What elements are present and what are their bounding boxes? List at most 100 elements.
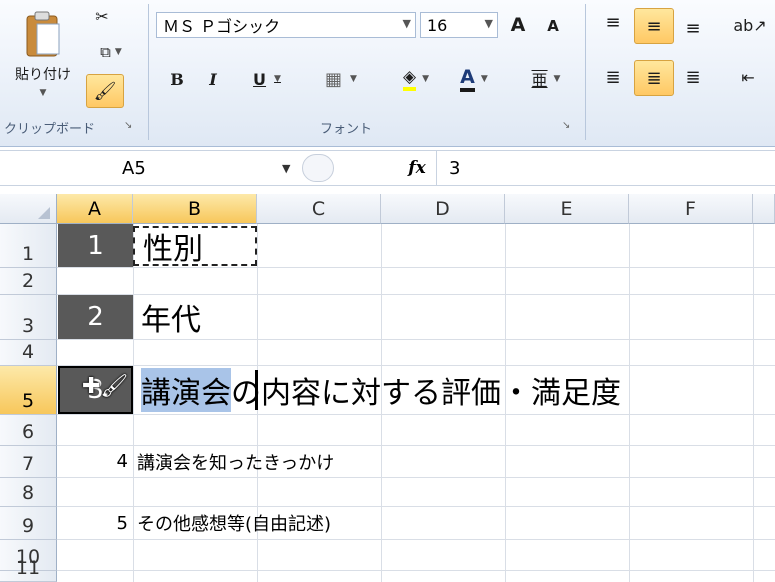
text-orientation-icon: ab↗ [733,15,767,35]
font-color-button[interactable]: A ▼ [448,62,500,96]
cut-button[interactable]: ✂ [88,2,116,30]
ribbon: 貼り付け ▼ ✂ ⧉ ▼ 🖌 クリップボード ↘ ＭＳ Ｐゴシック ▼ 16 ▼… [0,0,775,147]
insert-function-button[interactable]: fx [402,155,432,181]
gridline [133,224,134,582]
orientation-button[interactable]: ab↗ [730,10,770,40]
dialog-launcher-icon[interactable]: ↘ [124,120,132,131]
chevron-down-icon: ▼ [553,74,561,84]
font-color-icon: A [460,66,475,92]
cell-a5[interactable]: 3 ✚🖌 [58,366,133,414]
column-header-c[interactable]: C [257,194,381,224]
gridline [57,539,775,540]
paste-button[interactable]: 貼り付け ▼ [8,4,78,104]
format-painter-cursor-icon: ✚🖌 [82,374,129,399]
chevron-down-icon: ▼ [39,88,47,98]
paintbrush-icon: 🖌 [93,80,117,102]
decrease-indent-icon: ⇤ [741,67,755,87]
row-header-5[interactable]: 5 [0,366,57,415]
font-group-label: フォント [320,122,373,137]
group-separator [148,4,149,140]
cell-b5-text: の内容に対する評価・満足度 [231,376,621,411]
chevron-down-icon[interactable]: ▼ [282,162,290,175]
scissors-icon: ✂ [95,6,109,26]
decrease-indent-button[interactable]: ⇤ [730,62,766,92]
row-header-6[interactable]: 6 [0,415,57,446]
cell-a7[interactable]: 4 [58,446,132,477]
column-header-g[interactable] [753,194,775,224]
font-size-combo[interactable]: 16 ▼ [420,12,498,38]
align-right-button[interactable]: ≣ [678,60,708,94]
chevron-down-icon: ▼ [484,17,493,30]
cell-cursor [255,370,258,410]
column-header-e[interactable]: E [505,194,629,224]
formula-input[interactable]: 3 [436,151,775,185]
bold-button[interactable]: B [164,64,190,94]
gridline [753,224,754,582]
name-box[interactable]: A5 ▼ [0,151,300,185]
phonetic-icon: 亜 [531,71,548,90]
gridline [57,414,775,415]
row-header-2[interactable]: 2 [0,268,57,295]
chevron-down-icon: ▼ [480,74,488,84]
align-center-icon: ≣ [646,67,662,89]
grow-font-button[interactable]: A [504,10,532,40]
gridline [57,477,775,478]
shrink-font-button[interactable]: A [540,12,566,40]
borders-button[interactable]: ▦ ▼ [314,64,368,94]
row-header-9[interactable]: 9 [0,507,57,540]
dialog-launcher-icon[interactable]: ↘ [562,120,570,131]
row-header-4[interactable]: 4 [0,340,57,366]
font-name-value: ＭＳ Ｐゴシック [163,17,281,36]
align-top-button[interactable]: ≡ [598,8,628,36]
row-header-8[interactable]: 8 [0,478,57,507]
formula-bar-splitter[interactable] [302,154,334,182]
cell-a9[interactable]: 5 [58,507,132,539]
align-bottom-button[interactable]: ≡ [678,12,708,44]
column-header-a[interactable]: A [57,194,133,224]
align-left-button[interactable]: ≣ [598,60,628,94]
cell-b1[interactable]: 性別 [133,226,257,267]
fill-color-button[interactable]: ◈ ▼ [390,62,442,96]
font-name-combo[interactable]: ＭＳ Ｐゴシック ▼ [156,12,416,38]
cell-b7[interactable]: 講演会を知ったきっかけ [137,446,334,477]
cell-b5-selected-text: 講演会 [141,368,231,412]
underline-button[interactable]: U ▼ [240,64,294,94]
cell-b3[interactable]: 年代 [135,295,275,339]
align-top-icon: ≡ [605,11,621,33]
gridline [57,570,775,571]
row-header-3[interactable]: 3 [0,295,57,340]
paste-label: 貼り付け [15,67,71,83]
format-painter-button[interactable]: 🖌 [86,74,124,108]
font-size-value: 16 [427,15,448,35]
clipboard-group-label: クリップボード [4,122,96,137]
cell-b9[interactable]: その他感想等(自由記述) [137,507,331,539]
phonetic-button[interactable]: 亜 ▼ [520,62,572,96]
function-icon: fx [408,158,426,178]
clipboard-icon [26,11,60,57]
cell-a3[interactable]: 2 [58,295,133,339]
cell-b5[interactable]: 講演会 の内容に対する評価・満足度 [135,366,621,414]
row-header-1[interactable]: 1 [0,224,57,268]
underline-label: U [253,69,267,89]
column-header-b[interactable]: B [133,194,257,224]
column-header-d[interactable]: D [381,194,505,224]
group-separator [585,4,586,140]
grow-font-icon: A [510,14,526,36]
align-middle-button[interactable]: ≡ [634,8,674,44]
copy-button[interactable]: ⧉ ▼ [88,38,134,66]
select-all-triangle-icon [38,207,50,219]
chevron-down-icon: ▼ [114,47,122,57]
worksheet-grid[interactable]: A B C D E F 1 2 3 4 5 6 7 8 9 10 11 1 性別… [0,194,775,582]
row-header-11[interactable]: 11 [0,557,57,582]
align-middle-icon: ≡ [646,15,662,37]
cell-a1[interactable]: 1 [58,224,133,267]
chevron-down-icon: ▼ [274,74,281,84]
row-header-7[interactable]: 7 [0,446,57,478]
align-right-icon: ≣ [685,66,701,88]
align-center-button[interactable]: ≣ [634,60,674,96]
column-header-f[interactable]: F [629,194,753,224]
formula-bar: A5 ▼ fx 3 [0,150,775,186]
italic-button[interactable]: I [200,64,226,94]
select-all-button[interactable] [0,194,57,224]
bold-label: B [170,69,184,89]
